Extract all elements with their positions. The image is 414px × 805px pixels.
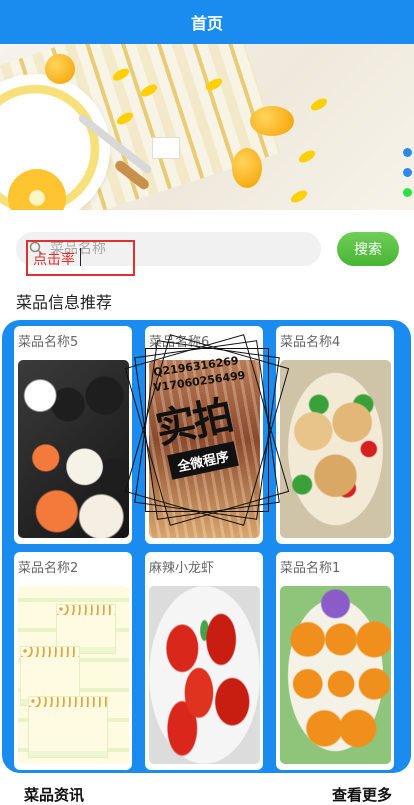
dish-card[interactable]: 菜品名称4	[276, 326, 394, 544]
dish-name: 菜品名称1	[280, 561, 341, 576]
dish-image-pumpkin[interactable]	[280, 586, 391, 764]
carousel-dot[interactable]	[403, 168, 412, 177]
dish-card[interactable]: 菜品名称1	[276, 552, 394, 770]
overlay-annotation-text: 点击率	[33, 252, 75, 268]
news-title: 菜品资讯	[24, 786, 85, 804]
section-title-recommend: 菜品信息推荐	[16, 293, 113, 312]
view-more-link[interactable]: 查看更多	[332, 784, 392, 805]
carousel-indicator	[403, 148, 412, 197]
text-cursor	[80, 248, 81, 266]
carousel-dot-active[interactable]	[403, 188, 412, 197]
cake-piece	[28, 696, 108, 758]
top-nav-bar: 首页	[0, 0, 414, 44]
carousel-dot[interactable]	[403, 148, 412, 157]
dish-name: 菜品名称2	[18, 561, 79, 576]
banner-carousel[interactable]	[0, 44, 414, 210]
banner-tomato	[232, 148, 262, 188]
banner-petal	[296, 148, 318, 165]
dish-card[interactable]: 菜品名称5	[14, 326, 132, 544]
dish-image-noodles[interactable]	[149, 360, 260, 538]
dish-card[interactable]: 菜品名称2	[14, 552, 132, 770]
banner-fruit	[45, 54, 75, 84]
dish-name: 麻辣小龙虾	[149, 561, 215, 576]
dish-card[interactable]: 麻辣小龙虾	[145, 552, 263, 770]
banner-tomato	[250, 106, 294, 136]
search-button[interactable]: 搜索	[337, 232, 399, 266]
banner-tag	[152, 137, 180, 159]
dish-name: 菜品名称5	[18, 335, 79, 350]
recommend-grid: 菜品名称5 菜品名称6 菜品名称4 菜品名称2 麻辣小龙虾 菜品名称1	[2, 320, 411, 773]
search-row: 点击率 搜索	[0, 221, 414, 279]
search-input[interactable]	[50, 237, 310, 261]
banner-petal	[288, 188, 310, 205]
dish-image-sushi[interactable]	[18, 360, 129, 538]
dish-image-chicken[interactable]	[280, 360, 391, 538]
banner-petal	[308, 96, 330, 113]
dish-card[interactable]: 菜品名称6	[145, 326, 263, 544]
dish-image-cake[interactable]	[18, 586, 129, 764]
news-header: 菜品资讯 查看更多	[0, 778, 414, 805]
page-title: 首页	[190, 14, 223, 33]
dish-name: 菜品名称6	[149, 335, 210, 350]
dish-image-crawfish[interactable]	[149, 586, 260, 764]
dish-name: 菜品名称4	[280, 335, 341, 350]
